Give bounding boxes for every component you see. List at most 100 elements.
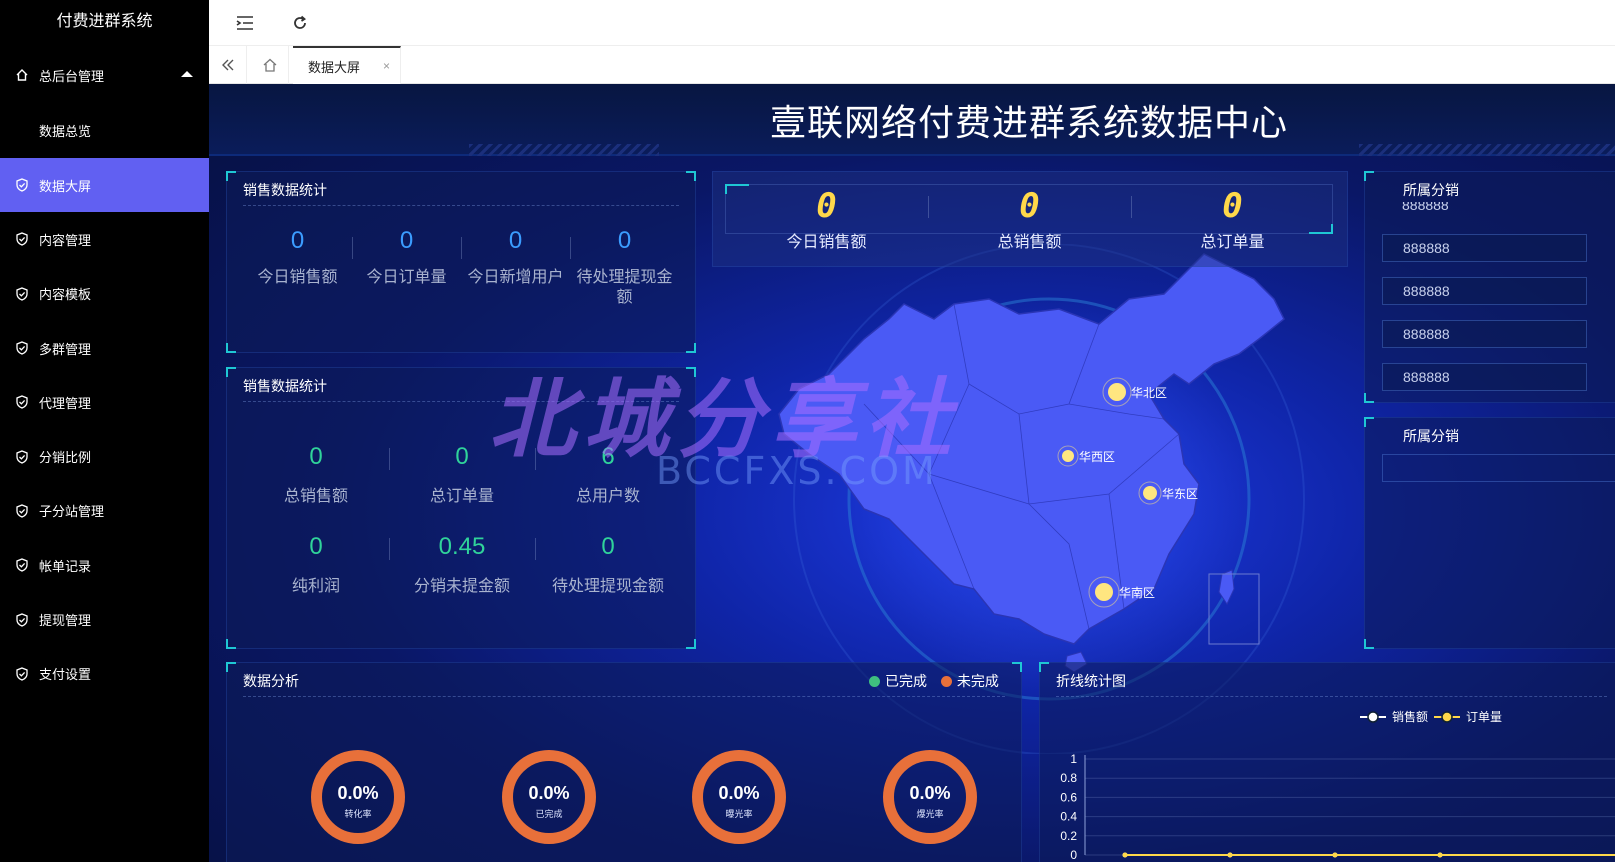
legend-item[interactable]: 订单量 <box>1434 710 1502 724</box>
donut-label: 已完成 <box>535 809 563 819</box>
map-region-label: 华西区 <box>1079 450 1116 464</box>
collapse-menu-icon[interactable] <box>235 13 255 33</box>
top-bar <box>209 0 1615 46</box>
stat-label: 分销未提金额 <box>413 578 510 595</box>
stat-pending-withdraw-total: 0 待处理提现金额 <box>535 533 681 597</box>
stat-value: 0 <box>290 227 305 254</box>
map-region-label: 华南区 <box>1119 586 1156 600</box>
donut-exposure-rate: 0.0% 曝光率 <box>692 750 786 844</box>
data-point <box>1437 852 1443 858</box>
shield-check-icon <box>15 612 29 627</box>
line-chart: 1 0.8 0.6 0.4 0.2 0 销售额 订单量 <box>1060 709 1615 862</box>
panel-title: 数据分析 <box>243 673 299 689</box>
stat-label: 今日新增用户 <box>467 269 564 286</box>
stat-value: 0 <box>399 227 414 254</box>
legend-marker <box>1367 711 1379 723</box>
close-icon[interactable]: × <box>383 59 390 73</box>
dashboard-title: 壹联网络付费进群系统数据中心 <box>769 103 1288 144</box>
tab-label: 数据大屏 <box>308 59 361 75</box>
stat-label: 总销售额 <box>283 488 348 505</box>
y-tick-label: 0.4 <box>1060 810 1077 824</box>
stat-total-sales: 0 总销售额 <box>243 443 389 507</box>
sidebar-item[interactable]: 内容管理 <box>0 212 209 266</box>
sidebar-item[interactable]: 代理管理 <box>0 375 209 429</box>
sidebar-item-label: 分销比例 <box>39 450 92 466</box>
shield-check-icon <box>15 504 29 518</box>
refresh-icon[interactable] <box>290 13 310 33</box>
stat-label: 纯利润 <box>291 578 340 595</box>
app-brand: 付费进群系统 <box>56 13 153 30</box>
stat-label: 总订单量 <box>429 488 494 505</box>
stat-label: 今日订单量 <box>366 269 447 286</box>
panel-title: 销售数据统计 <box>243 182 327 198</box>
sidebar-item[interactable]: 支付设置 <box>0 647 209 701</box>
legend-label: 销售额 <box>1392 709 1428 724</box>
distributor-empty-row <box>1382 454 1615 482</box>
stat-label: 待处理提现金额 <box>576 269 673 306</box>
home-tab-icon[interactable] <box>251 46 289 84</box>
stat-today-sales: 0 今日销售额 <box>243 227 352 288</box>
tab-data-screen[interactable]: 数据大屏 × <box>293 46 401 84</box>
sidebar-item-label: 提现管理 <box>39 613 92 629</box>
shield-check-icon <box>15 178 29 192</box>
donut-conversion-rate: 0.0% 转化率 <box>311 750 405 844</box>
sidebar-item-label: 数据大屏 <box>39 178 92 194</box>
legend-incomplete[interactable]: 未完成 <box>940 673 999 689</box>
sidebar-item[interactable]: 帐单记录 <box>0 538 209 592</box>
distributor-item[interactable]: 888888 <box>1382 363 1587 391</box>
distributor-item[interactable]: 888888 <box>1382 277 1587 305</box>
donut-value: 0.0% <box>718 783 760 803</box>
stat-value: 0 <box>309 443 323 470</box>
kpi-value: 0 <box>816 186 837 226</box>
analysis-legend: 已完成 未完成 <box>869 671 999 691</box>
kpi-total-sales: 0 总销售额 <box>928 186 1131 252</box>
sidebar-item[interactable]: 分销比例 <box>0 429 209 483</box>
tab-scroll-left-icon[interactable] <box>209 46 247 84</box>
shield-check-icon <box>15 341 29 355</box>
legend-completed[interactable]: 已完成 <box>869 673 927 689</box>
kpi-label: 总订单量 <box>1200 234 1265 251</box>
legend-marker <box>1441 711 1453 723</box>
sidebar-item[interactable]: 数据大屏 <box>0 158 209 213</box>
sidebar: 付费进群系统 总后台管理 数据总览 数据大屏内容管理 内容模板 多群管理 代理管理分销… <box>0 0 209 862</box>
donut-completed: 0.0% 已完成 <box>502 750 596 844</box>
donut-value: 0.0% <box>528 783 570 803</box>
donut-label: 曝光率 <box>725 809 753 819</box>
stat-label: 待处理提现金额 <box>551 578 664 595</box>
sidebar-group-admin[interactable]: 总后台管理 <box>0 44 209 106</box>
sidebar-item[interactable]: 提现管理 <box>0 592 209 646</box>
sidebar-item[interactable]: 子分站管理 <box>0 484 209 538</box>
distributor-item[interactable]: 888888 <box>1382 320 1587 348</box>
legend-item[interactable]: 销售额 <box>1360 709 1428 724</box>
stat-today-new-users: 0 今日新增用户 <box>461 227 570 288</box>
distributor-item[interactable]: 888888 <box>1382 234 1587 262</box>
donut-exposure-rate-2: 0.0% 爆光率 <box>883 750 977 844</box>
stat-distribution-unwithdrawn: 0.45 分销未提金额 <box>389 533 535 597</box>
data-point <box>1227 852 1233 858</box>
stat-today-orders: 0 今日订单量 <box>352 227 461 288</box>
sidebar-item[interactable]: 多群管理 <box>0 321 209 375</box>
marker-dot-icon <box>1057 445 1079 467</box>
watermark-subtext: BCCFXS.COM <box>656 449 938 493</box>
kpi-value: 0 <box>1019 186 1040 226</box>
distributor-list-panel: 所属分销 888888 888888 888888 888888 888888 <box>1364 171 1615 403</box>
donut-label: 转化率 <box>344 809 372 819</box>
sidebar-subitem-overview[interactable]: 数据总览 <box>0 106 209 158</box>
shield-check-icon <box>15 558 29 572</box>
panel-title: 所属分销 <box>1403 182 1459 198</box>
map-region-label: 华北区 <box>1131 386 1168 400</box>
y-tick-label: 0 <box>1070 848 1077 862</box>
panel-title: 销售数据统计 <box>243 378 327 394</box>
sidebar-item[interactable]: 内容模板 <box>0 267 209 321</box>
shield-check-icon <box>15 287 29 301</box>
kpi-panel: 0 今日销售额 0 总销售额 0 总订单量 <box>712 171 1348 267</box>
legend-label: 订单量 <box>1466 710 1502 724</box>
marker-dot-icon <box>1138 481 1162 505</box>
stat-net-profit: 0 纯利润 <box>243 533 389 597</box>
stat-value: 0.45 <box>438 533 486 560</box>
data-point <box>1122 852 1128 858</box>
stat-label: 今日销售额 <box>257 269 338 286</box>
stat-value: 0 <box>309 533 323 560</box>
y-tick-label: 0.6 <box>1060 790 1077 804</box>
sidebar-item-label: 支付设置 <box>39 667 92 683</box>
